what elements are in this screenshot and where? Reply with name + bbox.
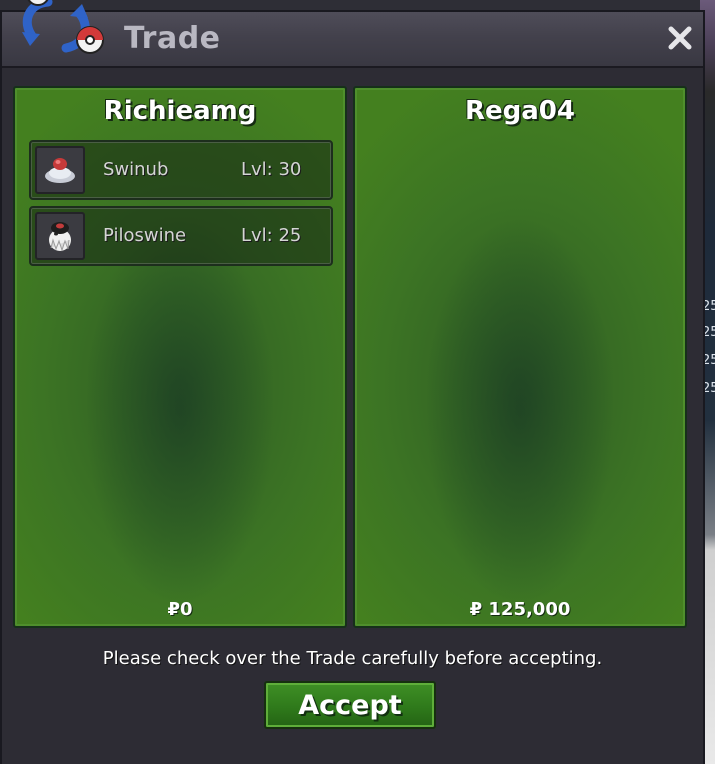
swinub-icon bbox=[45, 158, 75, 183]
trade-window: Trade Richieamg Swinub Lvl: 30 Piloswine… bbox=[0, 10, 705, 764]
pokemon-level: Lvl: 25 bbox=[241, 225, 302, 246]
trade-panel-self: Richieamg Swinub Lvl: 30 Piloswine Lvl: … bbox=[13, 86, 347, 628]
trade-notice: Please check over the Trade carefully be… bbox=[102, 648, 603, 669]
pokemon-name: Piloswine bbox=[103, 225, 187, 246]
trade-item-slot[interactable]: Swinub Lvl: 30 bbox=[29, 140, 333, 200]
trader-name: Richieamg bbox=[103, 96, 257, 126]
trade-item-slot[interactable]: Piloswine Lvl: 25 bbox=[29, 206, 333, 266]
close-button[interactable] bbox=[662, 20, 698, 56]
trader-name: Rega04 bbox=[465, 96, 575, 126]
pokemon-icon-frame bbox=[35, 212, 85, 260]
pokemon-icon-frame bbox=[35, 146, 85, 194]
trade-arrows-pokeball-icon bbox=[22, 0, 104, 54]
trade-panel-partner: Rega04 ₽ 125,000 bbox=[353, 86, 687, 628]
piloswine-icon bbox=[49, 222, 71, 252]
money-offer: ₽ 125,000 bbox=[469, 599, 571, 620]
pokemon-level: Lvl: 30 bbox=[241, 159, 302, 180]
pokemon-name: Swinub bbox=[103, 159, 169, 180]
window-title: Trade bbox=[124, 21, 221, 56]
close-icon bbox=[668, 26, 692, 50]
accept-button[interactable]: Accept bbox=[264, 681, 436, 729]
money-offer: ₽0 bbox=[167, 599, 193, 620]
